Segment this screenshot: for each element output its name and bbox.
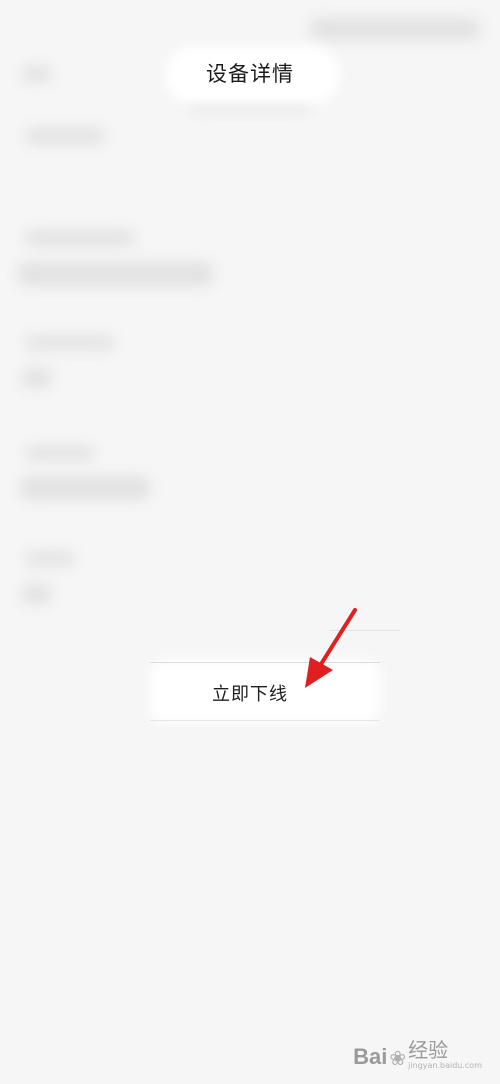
device-details-screen: 设备详情 立即下线 Bai ❀ 经验 jingyan.baidu.com	[0, 0, 500, 1084]
divider	[330, 630, 400, 631]
divider	[150, 662, 380, 663]
watermark-cn: 经验	[408, 1038, 449, 1062]
page-title: 设备详情	[206, 62, 294, 86]
divider	[150, 720, 380, 721]
watermark-brand: Bai	[353, 1044, 388, 1069]
annotation-arrow-icon	[305, 608, 357, 688]
paw-icon: ❀	[389, 1046, 407, 1070]
watermark-domain: jingyan.baidu.com	[408, 1061, 482, 1070]
baidu-jingyan-watermark: Bai ❀ 经验 jingyan.baidu.com	[353, 1040, 482, 1070]
offline-now-button[interactable]: 立即下线	[150, 670, 350, 716]
blurred-background	[0, 0, 500, 1084]
